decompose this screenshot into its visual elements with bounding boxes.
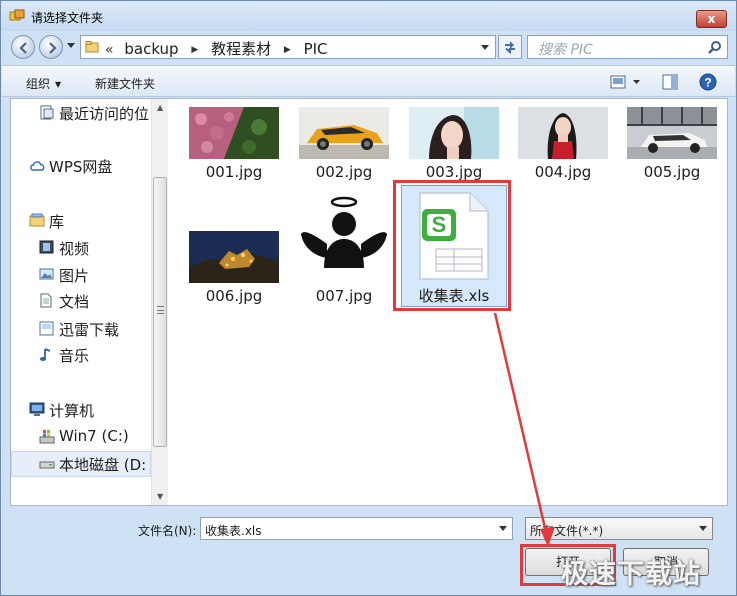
file-dialog: 请选择文件夹 x « backup ▶ 教程素材 ▶ PIC 搜索 PIC 组织… [0, 0, 737, 596]
watermark-text: 极速下载站 [561, 559, 701, 590]
annotation-arrow [493, 312, 555, 547]
